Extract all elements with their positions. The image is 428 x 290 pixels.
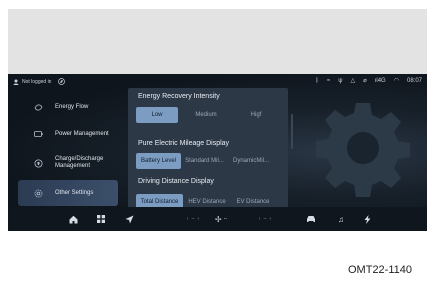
settings-scrollbar[interactable] — [291, 114, 293, 149]
energy-recovery-option-medium[interactable]: Medium — [178, 107, 234, 123]
wifi-icon: ≈ — [326, 77, 331, 84]
compass-icon — [58, 78, 66, 85]
sidebar-item-label: Other Settings — [55, 189, 94, 196]
no-sim-icon: ⌀ — [363, 78, 367, 84]
charge-plug-icon — [33, 158, 43, 168]
right-temp-down[interactable]: ‹ — [259, 216, 261, 222]
bluetooth-icon: ᛒ — [315, 77, 319, 84]
network-type: 4G — [377, 77, 386, 84]
energy-recovery-option-high[interactable]: Higf — [234, 107, 278, 123]
right-temp-value: -- — [263, 216, 267, 222]
background-gear-icon — [316, 103, 410, 197]
navigation-arrow-icon[interactable] — [122, 213, 136, 225]
pure-electric-mileage-title: Pure Electric Mileage Display — [138, 140, 230, 147]
fan-icon: ✢ — [214, 214, 222, 224]
mileage-option-dynamic[interactable]: DynamicMil... — [228, 153, 274, 169]
battery-icon — [33, 129, 43, 139]
signal-4g: ıl4G — [375, 78, 386, 84]
login-status[interactable]: Not logged in — [13, 78, 66, 85]
status-bar: Not logged in ᛒ ≈ ψ △ ⌀ ıl4G ◠ 08:07 — [8, 74, 427, 88]
settings-panel: Energy Recovery Intensity Low Medium Hig… — [128, 88, 288, 210]
login-status-text: Not logged in — [22, 78, 52, 85]
energy-recovery-title: Energy Recovery Intensity — [138, 93, 220, 100]
home-icon[interactable] — [66, 213, 80, 225]
figure-caption: OMT22-1140 — [348, 264, 412, 276]
left-temp-down[interactable]: ‹ — [187, 216, 189, 222]
mileage-option-battery-level[interactable]: Battery Level — [136, 153, 181, 169]
energy-flow-icon — [33, 102, 43, 112]
warning-icon: △ — [350, 78, 356, 84]
mileage-option-standard[interactable]: Standard Mil... — [181, 153, 228, 169]
usb-icon: ψ — [338, 77, 343, 84]
music-icon[interactable]: ♫ — [334, 213, 348, 225]
sidebar-item-energy-flow[interactable]: Energy Flow — [18, 94, 118, 120]
sidebar-item-label: Power Management — [55, 130, 109, 137]
driving-distance-title: Driving Distance Display — [138, 178, 214, 185]
fan-control[interactable]: ✢ -- — [203, 213, 239, 225]
user-icon — [13, 79, 19, 85]
gear-icon — [33, 188, 43, 198]
status-icons: ᛒ ≈ ψ △ ⌀ ıl4G ◠ 08:07 — [315, 77, 422, 85]
infotainment-screen: Not logged in ᛒ ≈ ψ △ ⌀ ıl4G ◠ 08:07 Ene… — [8, 74, 427, 231]
car-icon[interactable] — [304, 213, 318, 225]
energy-recovery-option-low[interactable]: Low — [136, 107, 178, 123]
sidebar-item-label: Charge/Discharge Management — [55, 156, 104, 169]
cloud-icon: ◠ — [393, 78, 399, 84]
clock-time: 08:07 — [406, 77, 422, 84]
lightning-icon[interactable] — [360, 213, 374, 225]
sidebar-item-other-settings[interactable]: Other Settings — [18, 180, 118, 206]
energy-recovery-selector: Low Medium Higf — [136, 107, 278, 123]
sidebar-item-label: Energy Flow — [55, 103, 89, 110]
right-temp-up[interactable]: › — [269, 216, 271, 222]
left-temp-up[interactable]: › — [197, 216, 199, 222]
fan-level: -- — [223, 216, 228, 222]
bottom-dock: ‹ -- › ✢ -- ‹ -- › ♫ — [8, 207, 427, 231]
right-temp-control[interactable]: ‹ -- › — [240, 213, 290, 225]
pure-electric-mileage-selector: Battery Level Standard Mil... DynamicMil… — [136, 153, 274, 169]
sidebar-item-power-management[interactable]: Power Management — [18, 121, 118, 147]
sidebar-item-charge-discharge[interactable]: Charge/Discharge Management — [18, 150, 118, 176]
apps-grid-icon[interactable] — [94, 213, 108, 225]
left-temp-value: -- — [191, 216, 195, 222]
